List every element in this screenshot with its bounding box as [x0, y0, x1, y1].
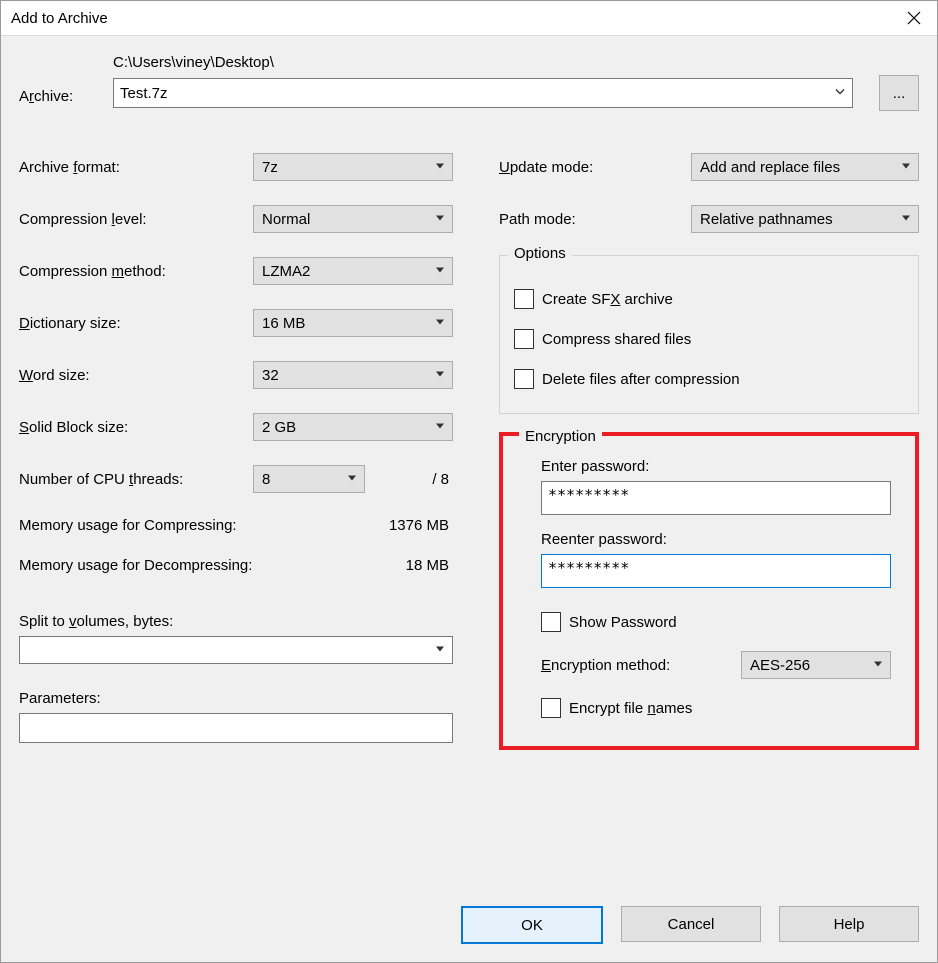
show-password-row: Show Password — [541, 602, 891, 642]
chevron-down-icon — [872, 657, 884, 674]
parameters-block: Parameters: — [19, 690, 453, 743]
compression-method-row: Compression method: LZMA2 — [19, 245, 453, 297]
enter-password-label: Enter password: — [541, 458, 891, 475]
memory-compress-row: Memory usage for Compressing: 1376 MB — [19, 505, 453, 545]
solid-block-size-combo[interactable]: 2 GB — [253, 413, 453, 441]
archive-format-label: Archive format: — [19, 159, 253, 176]
cancel-button[interactable]: Cancel — [621, 906, 761, 942]
archive-filename-combo[interactable]: Test.7z — [113, 78, 853, 108]
encryption-method-row: Encryption method: AES-256 — [541, 642, 891, 688]
dictionary-size-row: Dictionary size: 16 MB — [19, 297, 453, 349]
memory-decompress-value: 18 MB — [406, 557, 453, 574]
archive-filename-value: Test.7z — [120, 85, 168, 102]
encryption-method-combo[interactable]: AES-256 — [741, 651, 891, 679]
right-column: Update mode: Add and replace files Path … — [499, 141, 919, 750]
archive-path: C:\Users\viney\Desktop\ — [113, 54, 274, 71]
split-volumes-block: Split to volumes, bytes: — [19, 613, 453, 664]
create-sfx-checkbox[interactable] — [514, 289, 534, 309]
memory-decompress-label: Memory usage for Decompressing: — [19, 557, 252, 574]
cpu-threads-combo[interactable]: 8 — [253, 465, 365, 493]
option-delete-row: Delete files after compression — [514, 359, 904, 399]
encryption-group: Encryption Enter password: ********* Ree… — [499, 432, 919, 750]
option-shared-row: Compress shared files — [514, 319, 904, 359]
footer-buttons: OK Cancel Help — [461, 906, 919, 944]
compression-level-combo[interactable]: Normal — [253, 205, 453, 233]
dialog-add-to-archive: Add to Archive Archive: C:\Users\viney\D… — [0, 0, 938, 963]
cpu-threads-total: / 8 — [432, 471, 453, 488]
titlebar: Add to Archive — [1, 1, 937, 36]
compress-shared-label: Compress shared files — [542, 331, 691, 348]
compression-level-row: Compression level: Normal — [19, 193, 453, 245]
client-area: Archive: C:\Users\viney\Desktop\ Test.7z… — [1, 36, 937, 962]
update-mode-row: Update mode: Add and replace files — [499, 141, 919, 193]
archive-format-row: Archive format: 7z — [19, 141, 453, 193]
reenter-password-input[interactable]: ********* — [541, 554, 891, 588]
close-button[interactable] — [891, 1, 937, 35]
memory-compress-label: Memory usage for Compressing: — [19, 517, 237, 534]
word-size-combo[interactable]: 32 — [253, 361, 453, 389]
chevron-down-icon — [900, 159, 912, 176]
dictionary-size-combo[interactable]: 16 MB — [253, 309, 453, 337]
update-mode-combo[interactable]: Add and replace files — [691, 153, 919, 181]
show-password-label: Show Password — [569, 614, 677, 631]
chevron-down-icon — [434, 159, 446, 176]
window-title: Add to Archive — [11, 10, 108, 27]
parameters-input[interactable] — [19, 713, 453, 743]
chevron-down-icon — [434, 642, 446, 659]
archive-format-combo[interactable]: 7z — [253, 153, 453, 181]
path-mode-row: Path mode: Relative pathnames — [499, 193, 919, 245]
word-size-row: Word size: 32 — [19, 349, 453, 401]
chevron-down-icon — [434, 419, 446, 436]
create-sfx-label: Create SFX archive — [542, 291, 673, 308]
option-sfx-row: Create SFX archive — [514, 279, 904, 319]
split-volumes-combo[interactable] — [19, 636, 453, 664]
close-icon — [907, 11, 921, 25]
browse-button[interactable]: ... — [879, 75, 919, 111]
split-volumes-label: Split to volumes, bytes: — [19, 613, 173, 630]
compression-level-label: Compression level: — [19, 211, 253, 228]
left-column: Archive format: 7z Compression level: — [19, 141, 453, 750]
memory-decompress-row: Memory usage for Decompressing: 18 MB — [19, 545, 453, 585]
encrypt-filenames-label: Encrypt file names — [569, 700, 692, 717]
delete-after-label: Delete files after compression — [542, 371, 740, 388]
encryption-method-label: Encryption method: — [541, 657, 741, 674]
solid-block-size-row: Solid Block size: 2 GB — [19, 401, 453, 453]
encrypt-filenames-checkbox[interactable] — [541, 698, 561, 718]
archive-label: Archive: — [19, 88, 87, 111]
word-size-label: Word size: — [19, 367, 253, 384]
compress-shared-checkbox[interactable] — [514, 329, 534, 349]
chevron-down-icon — [834, 85, 846, 102]
reenter-password-label: Reenter password: — [541, 531, 891, 548]
solid-block-size-label: Solid Block size: — [19, 419, 253, 436]
chevron-down-icon — [434, 367, 446, 384]
path-mode-label: Path mode: — [499, 211, 691, 228]
chevron-down-icon — [434, 263, 446, 280]
compression-method-combo[interactable]: LZMA2 — [253, 257, 453, 285]
chevron-down-icon — [434, 211, 446, 228]
cpu-threads-row: Number of CPU threads: 8 / 8 — [19, 453, 453, 505]
chevron-down-icon — [434, 315, 446, 332]
cpu-threads-label: Number of CPU threads: — [19, 471, 253, 488]
compression-method-label: Compression method: — [19, 263, 253, 280]
dictionary-size-label: Dictionary size: — [19, 315, 253, 332]
options-legend: Options — [508, 245, 572, 262]
chevron-down-icon — [900, 211, 912, 228]
enter-password-input[interactable]: ********* — [541, 481, 891, 515]
parameters-label: Parameters: — [19, 690, 101, 707]
update-mode-label: Update mode: — [499, 159, 691, 176]
encrypt-filenames-row: Encrypt file names — [541, 688, 891, 728]
show-password-checkbox[interactable] — [541, 612, 561, 632]
ok-button[interactable]: OK — [461, 906, 603, 944]
archive-row: Archive: C:\Users\viney\Desktop\ Test.7z… — [19, 54, 919, 111]
help-button[interactable]: Help — [779, 906, 919, 942]
encryption-legend: Encryption — [519, 428, 602, 449]
chevron-down-icon — [346, 471, 358, 488]
memory-compress-value: 1376 MB — [389, 517, 453, 534]
options-group: Options Create SFX archive Compress shar… — [499, 255, 919, 414]
delete-after-checkbox[interactable] — [514, 369, 534, 389]
path-mode-combo[interactable]: Relative pathnames — [691, 205, 919, 233]
